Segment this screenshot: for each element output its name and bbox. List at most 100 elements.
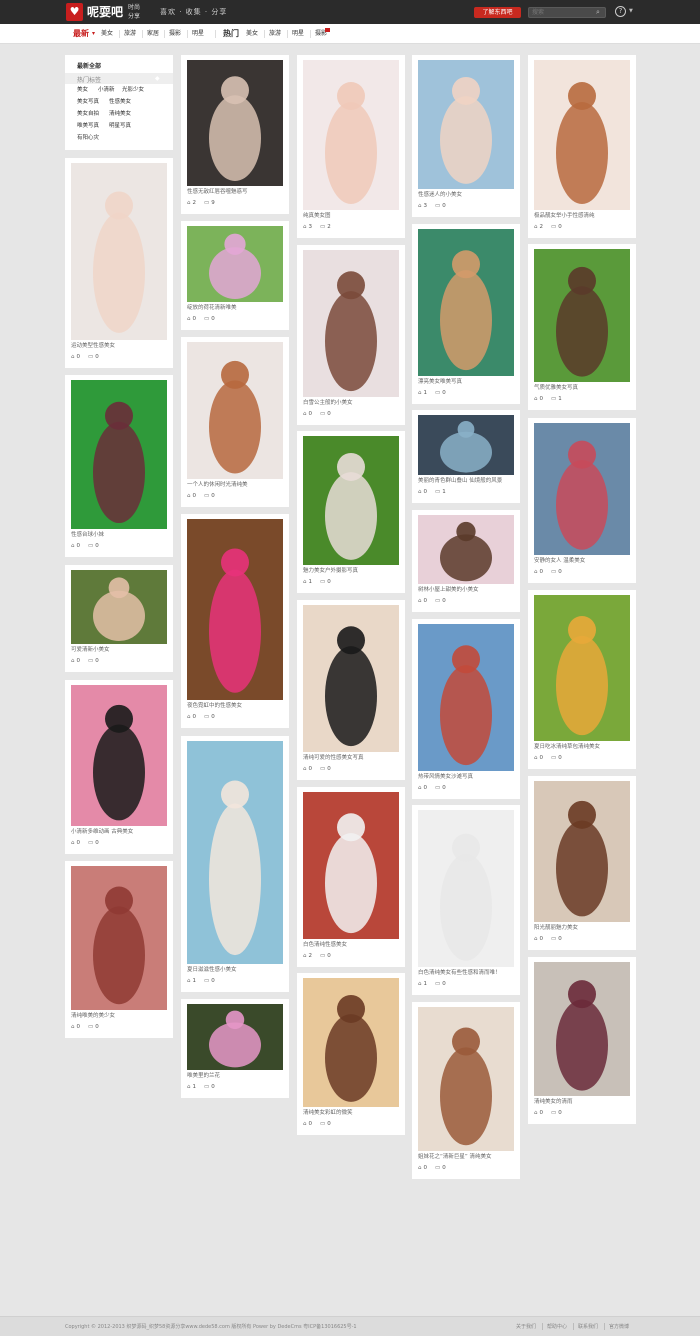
photo-image[interactable]	[534, 962, 630, 1096]
photo-card[interactable]: 清纯美女的清雨 ⌂ 0 ▭ 0	[528, 957, 636, 1124]
nav-latest[interactable]: 最新	[73, 29, 89, 39]
photo-card[interactable]: 夜色霓虹中的性感美女 ⌂ 0 ▭ 0	[181, 514, 289, 728]
photo-caption[interactable]: 性感台球小妹	[71, 532, 104, 539]
photo-image[interactable]	[187, 1004, 283, 1070]
comment-icon[interactable]: ▭	[320, 224, 325, 230]
photo-caption[interactable]: 纯真美女图	[303, 213, 331, 220]
comment-icon[interactable]: ▭	[551, 936, 556, 942]
nav-latest-beauty[interactable]: 美女	[101, 30, 113, 38]
comment-icon[interactable]: ▭	[435, 785, 440, 791]
like-icon[interactable]: ⌂	[187, 1084, 191, 1090]
comment-icon[interactable]: ▭	[88, 1024, 93, 1030]
like-icon[interactable]: ⌂	[187, 316, 191, 322]
photo-card[interactable]: 纯真美女图 ⌂ 3 ▭ 2	[297, 55, 405, 238]
nav-hot-beauty[interactable]: 美女	[246, 30, 258, 38]
like-icon[interactable]: ⌂	[418, 203, 422, 209]
like-icon[interactable]: ⌂	[418, 489, 422, 495]
sidebar-hot-tags[interactable]: 热门标签 ◆	[65, 73, 173, 84]
like-icon[interactable]: ⌂	[71, 1024, 75, 1030]
comment-icon[interactable]: ▭	[204, 714, 209, 720]
comment-icon[interactable]: ▭	[551, 396, 556, 402]
photo-card[interactable]: 热带风情美女沙滩写真 ⌂ 0 ▭ 0	[412, 619, 520, 799]
sidebar-title[interactable]: 最新全部	[77, 61, 101, 70]
comment-icon[interactable]: ▭	[551, 1110, 556, 1116]
photo-card[interactable]: 树林小屋上甜美的小美女 ⌂ 0 ▭ 0	[412, 510, 520, 612]
sidebar-tag-link[interactable]: 小清新	[98, 87, 115, 94]
nav-hot-travel[interactable]: 旅游	[269, 30, 281, 38]
comment-icon[interactable]: ▭	[204, 316, 209, 322]
photo-image[interactable]	[71, 163, 167, 340]
photo-image[interactable]	[303, 60, 399, 210]
comment-icon[interactable]: ▭	[320, 953, 325, 959]
photo-card[interactable]: 白色清纯美女有些性感和清而唯！ ⌂ 1 ▭ 0	[412, 805, 520, 995]
nav-latest-travel[interactable]: 旅游	[124, 30, 136, 38]
photo-image[interactable]	[418, 229, 514, 376]
chevron-down-icon[interactable]: ▼	[629, 8, 633, 14]
photo-image[interactable]	[534, 423, 630, 555]
comment-icon[interactable]: ▭	[435, 598, 440, 604]
photo-card[interactable]: 性感迷人的小美女 ⌂ 3 ▭ 0	[412, 55, 520, 217]
comment-icon[interactable]: ▭	[204, 978, 209, 984]
photo-image[interactable]	[187, 226, 283, 302]
photo-caption[interactable]: 白色清纯美女有些性感和清而唯！	[418, 970, 501, 977]
photo-caption[interactable]: 白雪公主般的小美女	[303, 400, 353, 407]
photo-card[interactable]: 白雪公主般的小美女 ⌂ 0 ▭ 0	[297, 245, 405, 425]
sidebar-tag-link[interactable]: 光影少女	[122, 87, 144, 94]
chevron-down-icon[interactable]: ▾	[92, 30, 95, 38]
photo-image[interactable]	[303, 250, 399, 397]
like-icon[interactable]: ⌂	[303, 1121, 307, 1127]
comment-icon[interactable]: ▭	[551, 755, 556, 761]
photo-image[interactable]	[534, 60, 630, 210]
photo-card[interactable]: 气质优雅美女写真 ⌂ 0 ▭ 1	[528, 244, 636, 410]
like-icon[interactable]: ⌂	[303, 766, 307, 772]
comment-icon[interactable]: ▭	[435, 203, 440, 209]
comment-icon[interactable]: ▭	[204, 493, 209, 499]
photo-card[interactable]: 一个人的休闲时光清纯美 ⌂ 0 ▭ 0	[181, 337, 289, 507]
like-icon[interactable]: ⌂	[71, 658, 75, 664]
footer-link-help[interactable]: 帮助中心	[547, 1323, 567, 1330]
comment-icon[interactable]: ▭	[88, 354, 93, 360]
photo-card[interactable]: 极品靓女举小手性感清纯 ⌂ 2 ▭ 0	[528, 55, 636, 238]
photo-image[interactable]	[418, 515, 514, 584]
like-icon[interactable]: ⌂	[418, 598, 422, 604]
photo-caption[interactable]: 小清新多维动画 古典美女	[71, 829, 133, 836]
comment-icon[interactable]: ▭	[435, 390, 440, 396]
sidebar-tag-link[interactable]: 明星写真	[109, 123, 131, 130]
photo-image[interactable]	[418, 60, 514, 189]
help-icon[interactable]: ?	[615, 6, 626, 17]
like-icon[interactable]: ⌂	[418, 785, 422, 791]
sidebar-tag-link[interactable]: 有阳心灾	[77, 135, 99, 142]
photo-caption[interactable]: 绽放的荷花清新唯美	[187, 305, 237, 312]
photo-caption[interactable]: 清纯美女彩虹的微笑	[303, 1110, 353, 1117]
photo-card[interactable]: 安静的女人 温柔美女 ⌂ 0 ▭ 0	[528, 418, 636, 583]
like-icon[interactable]: ⌂	[534, 396, 538, 402]
search-input[interactable]	[528, 7, 606, 18]
footer-link-about[interactable]: 关于我们	[516, 1323, 536, 1330]
photo-image[interactable]	[418, 810, 514, 967]
like-icon[interactable]: ⌂	[71, 354, 75, 360]
photo-card[interactable]: 性感无敌红唇吞噬魅惑写 ⌂ 2 ▭ 9	[181, 55, 289, 214]
photo-caption[interactable]: 清纯可爱的性感美女写真	[303, 755, 364, 762]
photo-image[interactable]	[187, 342, 283, 479]
comment-icon[interactable]: ▭	[88, 543, 93, 549]
photo-card[interactable]: 清纯美女彩虹的微笑 ⌂ 0 ▭ 0	[297, 973, 405, 1135]
like-icon[interactable]: ⌂	[187, 493, 191, 499]
photo-image[interactable]	[534, 249, 630, 382]
like-icon[interactable]: ⌂	[303, 224, 307, 230]
photo-caption[interactable]: 夏日滋滋性感小美女	[187, 967, 237, 974]
like-icon[interactable]: ⌂	[418, 390, 422, 396]
photo-card[interactable]: 夏日滋滋性感小美女 ⌂ 1 ▭ 0	[181, 736, 289, 992]
photo-caption[interactable]: 唯美里的兰花	[187, 1073, 220, 1080]
photo-image[interactable]	[71, 866, 167, 1010]
photo-image[interactable]	[534, 595, 630, 741]
photo-caption[interactable]: 漂亮美女唯美写真	[418, 379, 462, 386]
like-icon[interactable]: ⌂	[187, 714, 191, 720]
like-icon[interactable]: ⌂	[303, 411, 307, 417]
sidebar-tag-link[interactable]: 美女	[77, 87, 88, 94]
photo-image[interactable]	[187, 60, 283, 186]
photo-image[interactable]	[187, 741, 283, 964]
comment-icon[interactable]: ▭	[320, 1121, 325, 1127]
photo-image[interactable]	[418, 624, 514, 771]
like-icon[interactable]: ⌂	[71, 543, 75, 549]
comment-icon[interactable]: ▭	[88, 658, 93, 664]
